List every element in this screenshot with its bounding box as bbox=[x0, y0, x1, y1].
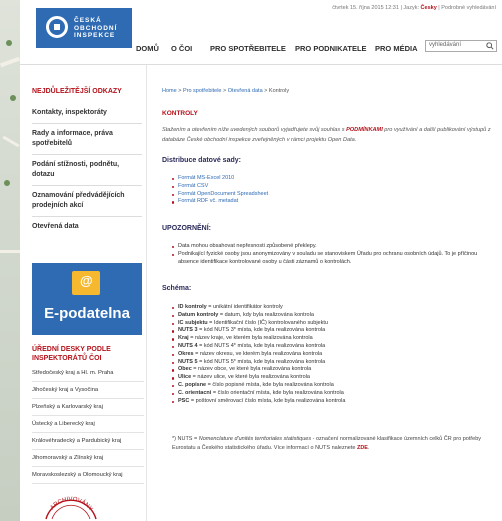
breadcrumb-home[interactable]: Home bbox=[162, 88, 177, 94]
schema-item: Datum kontroly = datum, kdy byla realizo… bbox=[172, 312, 345, 320]
sidebar-item-contacts[interactable]: Kontakty, inspektoráty bbox=[32, 103, 142, 123]
warning-heading: UPOZORNĚNÍ: bbox=[162, 225, 211, 232]
schema-item: ID kontroly = unikátní identifikátor kon… bbox=[172, 304, 345, 312]
advanced-search-link[interactable]: Podrobné vyhledávání bbox=[441, 5, 496, 11]
breadcrumb-open-data[interactable]: Otevřená data bbox=[228, 88, 263, 94]
main-content: Home > Pro spotřebitele > Otevřená data … bbox=[162, 65, 497, 521]
e-podatelna-banner[interactable]: @ E-podatelna bbox=[32, 263, 142, 335]
top-info-bar: čtvrtek 15. října 2015 12:31 | Jazyk: Če… bbox=[332, 5, 496, 11]
warning-item: Data mohou obsahovat nepřesnosti způsobe… bbox=[172, 243, 492, 251]
search-input[interactable]: vyhledávání bbox=[425, 40, 497, 52]
language-selector[interactable]: Česky bbox=[421, 5, 437, 11]
site-header: čtvrtek 15. října 2015 12:31 | Jazyk: Če… bbox=[20, 0, 502, 65]
official-boards-title: ÚŘEDNÍ DESKY PODLE INSPEKTORÁTŮ ČOI bbox=[32, 346, 111, 362]
nav-about[interactable]: O ČOI bbox=[171, 44, 192, 53]
schema-heading: Schéma: bbox=[162, 285, 192, 292]
region-list: Středočeský kraj a Hl. m. Praha Jihočesk… bbox=[32, 365, 144, 484]
svg-text:ARCHIVOVÁNY: ARCHIVOVÁNY bbox=[50, 497, 94, 513]
schema-item: C. orientacni = číslo orientační místa, … bbox=[172, 390, 345, 398]
sidebar-item-open-data[interactable]: Otevřená data bbox=[32, 216, 142, 237]
warning-item: Podnikající fyzické osoby jsou anonymizo… bbox=[172, 251, 492, 267]
schema-item: Ulice = název ulice, ve které byla reali… bbox=[172, 374, 345, 382]
schema-item: NUTS 4 = kód NUTS 4* místa, kde byla rea… bbox=[172, 343, 345, 351]
download-csv-link[interactable]: Formát CSV bbox=[172, 183, 268, 191]
search-placeholder: vyhledávání bbox=[429, 42, 462, 48]
distribution-list: Formát MS-Excel 2010 Formát CSV Formát O… bbox=[172, 175, 268, 206]
nav-home[interactable]: DOMŮ bbox=[136, 44, 159, 53]
sidebar-item-advice[interactable]: Rady a informace, práva spotřebitelů bbox=[32, 123, 142, 154]
region-link[interactable]: Středočeský kraj a Hl. m. Praha bbox=[32, 365, 144, 382]
sidebar-item-complaint[interactable]: Podání stížnosti, podnětu, dotazu bbox=[32, 154, 142, 185]
conditions-link[interactable]: PODMÍNKAMI bbox=[346, 127, 383, 133]
e-podatelna-label: E-podatelna bbox=[44, 305, 130, 322]
envelope-icon: @ bbox=[72, 271, 100, 295]
nav-consumers[interactable]: PRO SPOTŘEBITELE bbox=[210, 44, 286, 53]
sidebar-title: NEJDŮLEŽITĚJŠÍ ODKAZY bbox=[32, 88, 122, 95]
sidebar: NEJDŮLEŽITĚJŠÍ ODKAZY Kontakty, inspekto… bbox=[20, 65, 147, 521]
schema-item: Okres = název okresu, ve kterém byla rea… bbox=[172, 351, 345, 359]
region-link[interactable]: Plzeňský a Karlovarský kraj bbox=[32, 399, 144, 416]
sidebar-item-sales-events[interactable]: Oznamování předvádějících prodejních akc… bbox=[32, 185, 142, 216]
logo-line: OBCHODNÍ bbox=[74, 24, 118, 32]
download-xlsx-link[interactable]: Formát MS-Excel 2010 bbox=[172, 175, 268, 183]
browser-page: čtvrtek 15. října 2015 12:31 | Jazyk: Če… bbox=[20, 0, 502, 521]
archive-seal-icon: ARCHIVOVÁNY bbox=[45, 497, 97, 520]
breadcrumb-current: Kontroly bbox=[268, 88, 290, 94]
schema-item: Kraj = název kraje, ve kterém byla reali… bbox=[172, 335, 345, 343]
distribution-heading: Distribuce datové sady: bbox=[162, 157, 241, 164]
schema-list: ID kontroly = unikátní identifikátor kon… bbox=[172, 304, 345, 405]
logo-line: ČESKÁ bbox=[74, 17, 102, 24]
region-link[interactable]: Jihočeský kraj a Vysočina bbox=[32, 382, 144, 399]
nuts-footnote: *) NUTS = Nomenclature d'unités territor… bbox=[172, 436, 482, 451]
warning-list: Data mohou obsahovat nepřesnosti způsobe… bbox=[172, 243, 492, 266]
nav-media[interactable]: PRO MÉDIA bbox=[375, 44, 418, 53]
region-link[interactable]: Královéhradecký a Pardubický kraj bbox=[32, 433, 144, 450]
nav-business[interactable]: PRO PODNIKATELE bbox=[295, 44, 367, 53]
region-link[interactable]: Jihomoravský a Zlínský kraj bbox=[32, 450, 144, 467]
main-nav: DOMŮ O ČOI PRO SPOTŘEBITELE PRO PODNIKAT… bbox=[20, 40, 502, 62]
schema-item: IC subjektu = Identifikační číslo (IČ) k… bbox=[172, 320, 345, 328]
schema-item: NUTS 5 = kód NUTS 5* místa, kde byla rea… bbox=[172, 359, 345, 367]
schema-item: NUTS 3 = kód NUTS 3* místa, kde byla rea… bbox=[172, 327, 345, 335]
logo-emblem-icon bbox=[46, 16, 68, 38]
background-map bbox=[0, 0, 20, 521]
current-date: čtvrtek 15. října 2015 12:31 bbox=[332, 5, 399, 11]
schema-item: C. popisne = číslo popisné místa, kde by… bbox=[172, 382, 345, 390]
sidebar-links: Kontakty, inspektoráty Rady a informace,… bbox=[32, 103, 142, 237]
schema-item: Obec = název obce, ve které byla realizo… bbox=[172, 366, 345, 374]
language-label: Jazyk: bbox=[403, 5, 420, 11]
page-title: KONTROLY bbox=[162, 110, 198, 117]
download-rdf-link[interactable]: Formát RDF vč. metadat bbox=[172, 198, 268, 206]
schema-item: PSC = poštovní směrovací číslo místa, kd… bbox=[172, 398, 345, 406]
logo-line: INSPEKCE bbox=[74, 32, 116, 39]
search-icon[interactable] bbox=[486, 42, 494, 50]
nuts-info-link[interactable]: ZDE bbox=[357, 445, 368, 451]
breadcrumb-consumers[interactable]: Pro spotřebitele bbox=[183, 88, 222, 94]
intro-text: Stažením a otevřením níže uvedených soub… bbox=[162, 127, 491, 143]
download-ods-link[interactable]: Formát OpenDocument Spreadsheet bbox=[172, 191, 268, 199]
region-link[interactable]: Ústecký a Liberecký kraj bbox=[32, 416, 144, 433]
breadcrumb: Home > Pro spotřebitele > Otevřená data … bbox=[162, 88, 290, 94]
